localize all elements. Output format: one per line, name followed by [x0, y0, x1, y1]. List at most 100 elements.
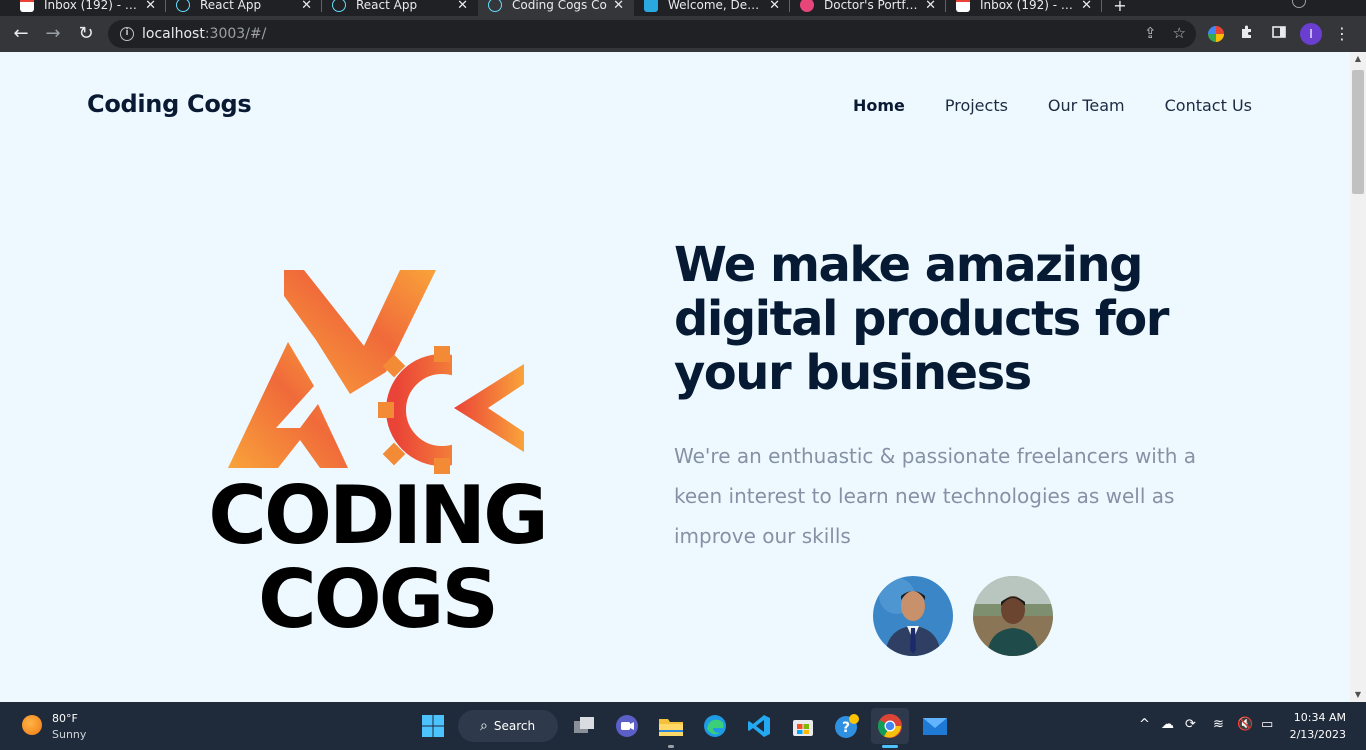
close-icon[interactable]: ✕	[457, 0, 468, 13]
close-icon[interactable]: ✕	[925, 0, 936, 13]
close-icon[interactable]: ✕	[1081, 0, 1092, 13]
tab-coding-cogs[interactable]: Coding Cogs Co ✕	[478, 0, 634, 16]
tab-title: React App	[200, 0, 262, 12]
svg-text:?: ?	[842, 720, 850, 736]
page-viewport: Coding Cogs Home Projects Our Team Conta…	[0, 52, 1366, 702]
tab-vscode[interactable]: Welcome, Develo ✕	[634, 0, 790, 16]
hero-description: We're an enthuastic & passionate freelan…	[674, 444, 1196, 548]
nav-contact-us[interactable]: Contact Us	[1165, 96, 1252, 115]
arrow-right-icon: →	[45, 23, 61, 44]
microsoft-store-icon[interactable]	[789, 712, 817, 740]
site-logo[interactable]: Coding Cogs	[87, 90, 252, 118]
gmail-icon	[956, 0, 970, 12]
tray-chevron-up-icon[interactable]: ^	[1139, 717, 1150, 732]
nav-projects[interactable]: Projects	[945, 96, 1008, 115]
tab-title: Coding Cogs Co	[512, 0, 607, 12]
extension-color-icon[interactable]	[1206, 24, 1226, 44]
vscode-icon	[644, 0, 658, 12]
tab-title: Inbox (192) - ravi	[980, 0, 1076, 12]
file-explorer-icon[interactable]	[657, 712, 685, 740]
teams-chat-icon[interactable]	[613, 712, 641, 740]
wifi-icon[interactable]: ≋	[1213, 717, 1224, 732]
reload-button[interactable]: ↻	[73, 22, 99, 46]
taskbar-search[interactable]: ⌕ Search	[458, 710, 558, 742]
battery-icon[interactable]: ▭	[1261, 717, 1273, 732]
menu-kebab-icon[interactable]: ⋮	[1332, 24, 1352, 44]
edge-icon[interactable]	[701, 712, 729, 740]
chrome-taskbar-icon[interactable]	[871, 708, 909, 744]
portfolio-icon	[800, 0, 814, 12]
onedrive-cloud-icon[interactable]: ☁	[1161, 717, 1174, 732]
weather-condition[interactable]: Sunny	[52, 728, 86, 741]
sync-icon[interactable]: ⟳	[1185, 717, 1196, 732]
windows-taskbar: 80°F Sunny ⌕ Search ? ^ ☁ ⟳ ≋ 🔇 ▭ 10:34 …	[0, 702, 1366, 750]
running-indicator	[882, 745, 898, 748]
side-panel-icon[interactable]	[1269, 24, 1289, 44]
window-control-icon[interactable]	[1292, 0, 1306, 8]
tab-portfolio[interactable]: Doctor's Portfolio ✕	[790, 0, 946, 16]
omnibox-actions: ⇪ ☆	[1144, 24, 1186, 42]
tab-title: Inbox (192) - ravi	[44, 0, 140, 12]
scroll-down-icon[interactable]: ▼	[1350, 688, 1366, 702]
clock-time[interactable]: 10:34 AM	[1294, 711, 1346, 724]
scroll-up-icon[interactable]: ▲	[1350, 52, 1366, 66]
tab-title: Doctor's Portfolio	[824, 0, 920, 12]
new-tab-label: +	[1113, 0, 1127, 15]
team-avatar-1[interactable]	[873, 576, 953, 656]
tab-gmail-2[interactable]: Inbox (192) - ravi ✕	[946, 0, 1102, 16]
forward-button[interactable]: →	[40, 22, 66, 46]
scroll-thumb[interactable]	[1352, 70, 1364, 194]
vscode-taskbar-icon[interactable]	[745, 712, 773, 740]
page-scrollbar[interactable]: ▲ ▼	[1350, 52, 1366, 702]
share-icon[interactable]: ⇪	[1144, 24, 1157, 42]
clock-date[interactable]: 2/13/2023	[1290, 728, 1346, 741]
browser-toolbar: ← → ↻ i localhost :3003/#/ ⇪ ☆ I ⋮	[0, 16, 1366, 52]
tab-title: React App	[356, 0, 418, 12]
start-button[interactable]	[419, 712, 447, 740]
profile-avatar[interactable]: I	[1300, 23, 1322, 45]
gmail-icon	[20, 0, 34, 12]
url-path: :3003/#/	[204, 26, 267, 42]
react-icon	[176, 0, 190, 12]
hero-logo-word-1: CODING	[208, 469, 549, 562]
url-host: localhost	[142, 26, 205, 42]
search-icon: ⌕	[480, 718, 488, 734]
tab-gmail-1[interactable]: Inbox (192) - ravi ✕	[10, 0, 166, 16]
hero-logo: CODING COGS	[196, 264, 558, 649]
new-tab-button[interactable]: +	[1108, 0, 1132, 16]
tab-separator	[1101, 0, 1102, 12]
address-bar[interactable]: i localhost :3003/#/ ⇪ ☆	[108, 20, 1196, 48]
info-icon[interactable]: i	[120, 27, 134, 41]
coding-cogs-emblem	[228, 270, 532, 474]
tab-react-1[interactable]: React App ✕	[166, 0, 322, 16]
mail-icon[interactable]	[921, 712, 949, 740]
close-icon[interactable]: ✕	[769, 0, 780, 13]
arrow-left-icon: ←	[13, 23, 29, 44]
react-icon	[488, 0, 502, 12]
weather-temperature[interactable]: 80°F	[52, 712, 78, 725]
person-photo-icon	[973, 576, 1053, 656]
windows-logo-icon	[422, 715, 444, 737]
tab-strip: Inbox (192) - ravi ✕ React App ✕ React A…	[0, 0, 1366, 16]
nav-home[interactable]: Home	[853, 96, 905, 115]
task-view-icon[interactable]	[570, 712, 598, 740]
extensions-puzzle-icon[interactable]	[1237, 24, 1257, 44]
close-icon[interactable]: ✕	[613, 0, 624, 13]
close-icon[interactable]: ✕	[145, 0, 156, 13]
speaker-muted-icon[interactable]: 🔇	[1237, 717, 1253, 732]
running-indicator	[668, 745, 674, 748]
hero-logo-word-2: COGS	[258, 553, 499, 646]
react-icon	[332, 0, 346, 12]
tips-help-icon[interactable]: ?	[833, 712, 861, 740]
nav-our-team[interactable]: Our Team	[1048, 96, 1125, 115]
bookmark-star-icon[interactable]: ☆	[1173, 24, 1186, 42]
site-nav: Home Projects Our Team Contact Us	[853, 96, 1252, 115]
tab-title: Welcome, Develo	[668, 0, 764, 12]
weather-sun-icon[interactable]	[22, 715, 42, 735]
tab-react-2[interactable]: React App ✕	[322, 0, 478, 16]
back-button[interactable]: ←	[8, 22, 34, 46]
person-photo-icon	[873, 576, 953, 656]
team-avatar-2[interactable]	[973, 576, 1053, 656]
reload-icon: ↻	[78, 23, 94, 44]
close-icon[interactable]: ✕	[301, 0, 312, 13]
